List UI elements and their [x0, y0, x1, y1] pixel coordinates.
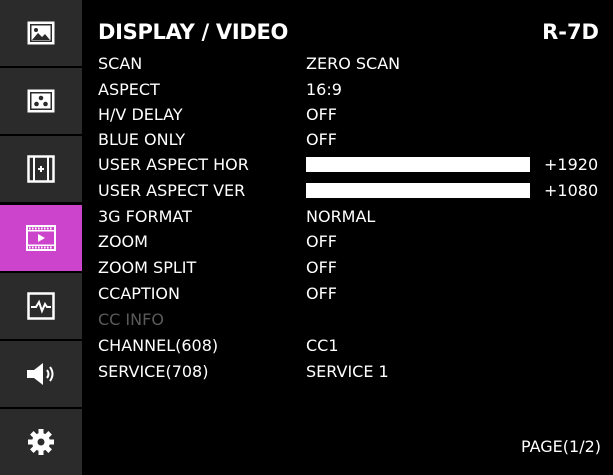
menu-row-zoom[interactable]: ZOOM OFF: [98, 231, 608, 253]
model-label: R-7D: [542, 20, 599, 44]
video-film-icon: [25, 224, 57, 252]
user-aspect-ver-slider[interactable]: [306, 183, 530, 198]
waveform-icon: [27, 292, 55, 320]
menu-row-user-aspect-hor[interactable]: USER ASPECT HOR +1920: [98, 154, 608, 176]
user-aspect-hor-slider[interactable]: [306, 157, 530, 172]
menu-row-aspect[interactable]: ASPECT 16:9: [98, 79, 608, 101]
slider-fill: [307, 184, 529, 197]
menu-value: OFF: [306, 258, 337, 277]
menu-label: ZOOM: [98, 232, 148, 251]
menu-row-blue-only[interactable]: BLUE ONLY OFF: [98, 129, 608, 151]
sidebar-item-audio[interactable]: [0, 341, 82, 407]
page-title: DISPLAY / VIDEO: [98, 20, 289, 44]
menu-panel: DISPLAY / VIDEO R-7D SCAN ZERO SCAN ASPE…: [85, 0, 613, 475]
menu-value: 16:9: [306, 80, 342, 99]
menu-row-hv-delay[interactable]: H/V DELAY OFF: [98, 104, 608, 126]
page-indicator: PAGE(1/2): [520, 437, 601, 456]
color-dots-icon: [26, 88, 56, 114]
marker-frame-icon: [27, 155, 55, 183]
menu-label: H/V DELAY: [98, 105, 183, 124]
menu-value: ZERO SCAN: [306, 54, 401, 73]
menu-label: USER ASPECT HOR: [98, 155, 249, 174]
menu-row-cc-info: CC INFO: [98, 309, 608, 331]
menu-label: SERVICE(708): [98, 362, 209, 381]
menu-value: NORMAL: [306, 207, 376, 226]
menu-row-3g-format[interactable]: 3G FORMAT NORMAL: [98, 206, 608, 228]
menu-label: CHANNEL(608): [98, 336, 219, 355]
sidebar-item-marker[interactable]: [0, 136, 82, 202]
menu-value: OFF: [306, 105, 337, 124]
menu-value: SERVICE 1: [306, 362, 389, 381]
menu-label: CCAPTION: [98, 284, 180, 303]
sidebar-item-waveform[interactable]: [0, 273, 82, 339]
menu-row-service-708[interactable]: SERVICE(708) SERVICE 1: [98, 361, 608, 383]
sidebar-item-settings[interactable]: [0, 409, 82, 475]
menu-label: ZOOM SPLIT: [98, 258, 197, 277]
speaker-icon: [24, 360, 58, 388]
menu-label: 3G FORMAT: [98, 207, 192, 226]
menu-value: OFF: [306, 130, 337, 149]
slider-value: +1080: [544, 181, 599, 200]
menu-row-channel-608[interactable]: CHANNEL(608) CC1: [98, 335, 608, 357]
menu-value: CC1: [306, 336, 339, 355]
sidebar-item-image[interactable]: [0, 0, 82, 66]
slider-fill: [307, 158, 529, 171]
gear-icon: [27, 428, 55, 456]
sidebar-item-video[interactable]: [0, 205, 82, 271]
menu-label: CC INFO: [98, 310, 164, 329]
menu-label: SCAN: [98, 54, 143, 73]
menu-row-ccaption[interactable]: CCAPTION OFF: [98, 283, 608, 305]
image-icon: [26, 20, 56, 46]
slider-value: +1920: [544, 155, 599, 174]
menu-row-zoom-split[interactable]: ZOOM SPLIT OFF: [98, 257, 608, 279]
sidebar: [0, 0, 85, 475]
menu-row-scan[interactable]: SCAN ZERO SCAN: [98, 53, 608, 75]
sidebar-item-color[interactable]: [0, 68, 82, 134]
menu-label: USER ASPECT VER: [98, 181, 246, 200]
menu-value: OFF: [306, 232, 337, 251]
menu-row-user-aspect-ver[interactable]: USER ASPECT VER +1080: [98, 180, 608, 202]
menu-label: BLUE ONLY: [98, 130, 186, 149]
menu-value: OFF: [306, 284, 337, 303]
display-video-menu-screen: DISPLAY / VIDEO R-7D SCAN ZERO SCAN ASPE…: [0, 0, 613, 475]
menu-label: ASPECT: [98, 80, 160, 99]
